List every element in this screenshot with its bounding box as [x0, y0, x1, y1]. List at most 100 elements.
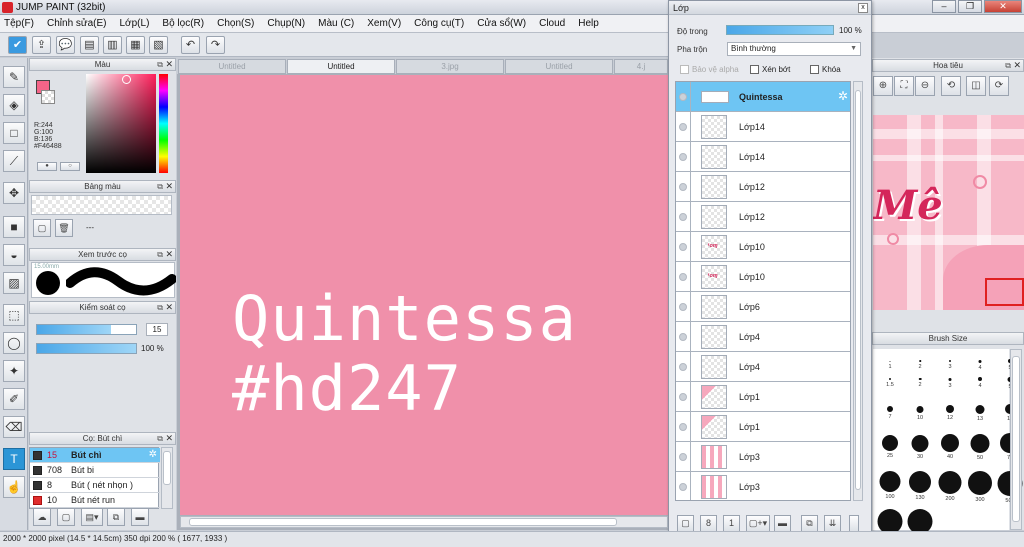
layer-row[interactable]: Lớp1 [676, 412, 850, 442]
brush-size-cell[interactable]: 13 [965, 397, 995, 431]
visibility-eye-icon[interactable] [679, 213, 687, 221]
protect-alpha-checkbox[interactable]: Bảo vệ alpha [680, 65, 739, 74]
comment-icon[interactable]: 💬 [56, 36, 75, 54]
menu-tools[interactable]: Công cụ(T) [414, 18, 464, 29]
brush-item-pencil[interactable]: 15 Bút chì ✲ [30, 448, 160, 463]
color-picker-cursor[interactable] [122, 75, 131, 84]
menu-edit[interactable]: Chỉnh sửa(E) [47, 18, 107, 29]
rectangle-tool-icon[interactable]: □ [3, 122, 25, 144]
brush-size-cell[interactable]: 2 [905, 349, 935, 370]
popout-icon[interactable]: ⧉ [157, 302, 163, 313]
visibility-eye-icon[interactable] [679, 303, 687, 311]
menu-color[interactable]: Màu (C) [318, 18, 354, 29]
select-pen-tool-icon[interactable]: ✐ [3, 388, 25, 410]
brush-size-cell[interactable]: 3 [935, 367, 965, 399]
brush-list-scrollbar[interactable] [161, 447, 173, 509]
text-tool-icon[interactable]: T [3, 448, 25, 470]
layout-icon[interactable]: ▧ [149, 36, 168, 54]
layer-row[interactable]: Lớp12 [676, 202, 850, 232]
visibility-eye-icon[interactable] [679, 273, 687, 281]
transparent-color-button[interactable]: ○ [60, 162, 80, 171]
visibility-eye-icon[interactable] [679, 423, 687, 431]
doc-tab[interactable]: 4.j [614, 59, 668, 74]
brush-cloud-icon[interactable]: ☁ [33, 508, 51, 526]
folder-icon[interactable]: ▬ [774, 515, 791, 532]
visibility-eye-icon[interactable] [679, 363, 687, 371]
brush-tool-icon[interactable]: ✎ [3, 66, 25, 88]
close-icon[interactable]: ✕ [165, 59, 173, 70]
brush-item-ballpoint[interactable]: 708 Bút bi [30, 463, 160, 478]
undo-icon[interactable]: ↶ [181, 36, 200, 54]
menu-window[interactable]: Cửa sổ(W) [477, 18, 526, 29]
close-icon[interactable]: ✕ [165, 302, 173, 313]
merge-down-icon[interactable]: ⇊ [824, 515, 841, 532]
bucket-tool-icon[interactable]: ◒ [3, 244, 25, 266]
brush-size-cell[interactable]: 50 [965, 431, 995, 469]
layer-row[interactable]: Lớp14 [676, 112, 850, 142]
visibility-eye-icon[interactable] [679, 243, 687, 251]
layer-list-scrollbar[interactable] [853, 81, 863, 501]
navigator-preview[interactable]: Mê [873, 115, 1024, 310]
export-icon[interactable]: ⇪ [32, 36, 51, 54]
menu-filter[interactable]: Bộ lọc(R) [162, 18, 204, 29]
lasso-tool-icon[interactable]: ◯ [3, 332, 25, 354]
close-button[interactable]: ✕ [984, 0, 1022, 13]
layer-row[interactable]: Lớp4 [676, 322, 850, 352]
sub-color-swatch[interactable] [41, 90, 55, 104]
close-icon[interactable]: ✕ [165, 181, 173, 192]
menu-help[interactable]: Help [578, 18, 599, 29]
move-tool-icon[interactable]: ✥ [3, 182, 25, 204]
layer-row[interactable]: ʼᵒᶬ Lớp10 [676, 262, 850, 292]
brush-size-cell[interactable]: 2 [905, 367, 935, 399]
menu-cloud[interactable]: Cloud [539, 18, 565, 29]
brush-size-cell[interactable]: 1.5 [875, 367, 905, 399]
visibility-eye-icon[interactable] [679, 183, 687, 191]
menu-file[interactable]: Tệp(F) [4, 18, 34, 29]
page-icon[interactable]: ▥ [103, 36, 122, 54]
hand-tool-icon[interactable]: ☝ [3, 476, 25, 498]
brush-size-cell[interactable]: 3 [935, 349, 965, 370]
rotate-right-icon[interactable]: ⟳ [989, 76, 1009, 96]
reset-view-icon[interactable]: ◫ [966, 76, 986, 96]
lock-checkbox[interactable]: Khóa [810, 65, 841, 74]
drawing-canvas[interactable]: Quintessa #hd247 [180, 75, 668, 515]
visibility-eye-icon[interactable] [679, 153, 687, 161]
line-tool-icon[interactable]: ⟋ [3, 150, 25, 172]
popout-icon[interactable]: ⧉ [157, 433, 163, 444]
menu-select[interactable]: Chọn(S) [217, 18, 254, 29]
navigator-viewport[interactable] [985, 278, 1024, 306]
layer-row[interactable]: Lớp12 [676, 172, 850, 202]
layer-row[interactable]: Quintessa ✲ [676, 82, 850, 112]
brush-size-cell[interactable]: 7 [875, 397, 905, 431]
gradient-tool-icon[interactable]: ▨ [3, 272, 25, 294]
layer-row[interactable]: ʼᵒᶬ Lớp10 [676, 232, 850, 262]
maximize-button[interactable]: ❐ [958, 0, 982, 13]
close-icon[interactable]: ✕ [1013, 60, 1021, 71]
saturation-field[interactable] [86, 74, 156, 173]
document-icon[interactable]: ▤ [80, 36, 99, 54]
layer-row[interactable]: Lớp14 [676, 142, 850, 172]
duplicate-layer-icon[interactable]: ⧉ [801, 515, 818, 532]
visibility-eye-icon[interactable] [679, 333, 687, 341]
layer-row[interactable]: Lớp1 [676, 382, 850, 412]
check-icon[interactable]: ✔ [8, 36, 27, 54]
palette-swatches[interactable] [31, 195, 172, 215]
eraser-tool-icon[interactable]: ◈ [3, 94, 25, 116]
brush-item-jitter-pen[interactable]: 10 Bút nét run [30, 493, 160, 508]
trash-icon[interactable]: 🗑 [55, 219, 73, 237]
menu-view[interactable]: Xem(V) [367, 18, 401, 29]
fit-view-icon[interactable]: ⛶ [894, 76, 914, 96]
brush-size-cell[interactable]: 25 [875, 431, 905, 469]
minimize-button[interactable]: – [932, 0, 956, 13]
add-palette-icon[interactable]: ▢ [33, 219, 51, 237]
visibility-eye-icon[interactable] [679, 453, 687, 461]
brush-size-cell[interactable]: 4 [965, 349, 995, 371]
popout-icon[interactable]: ⧉ [157, 181, 163, 192]
visibility-eye-icon[interactable] [679, 93, 687, 101]
brush-size-cell[interactable]: 40 [935, 431, 965, 469]
rect-select-tool-icon[interactable]: ⬚ [3, 304, 25, 326]
zoom-out-icon[interactable]: ⊖ [915, 76, 935, 96]
brush-size-cell[interactable]: 200 [935, 469, 965, 509]
new-1bit-layer-icon[interactable]: 1 [723, 515, 740, 532]
rotate-left-icon[interactable]: ⟲ [941, 76, 961, 96]
